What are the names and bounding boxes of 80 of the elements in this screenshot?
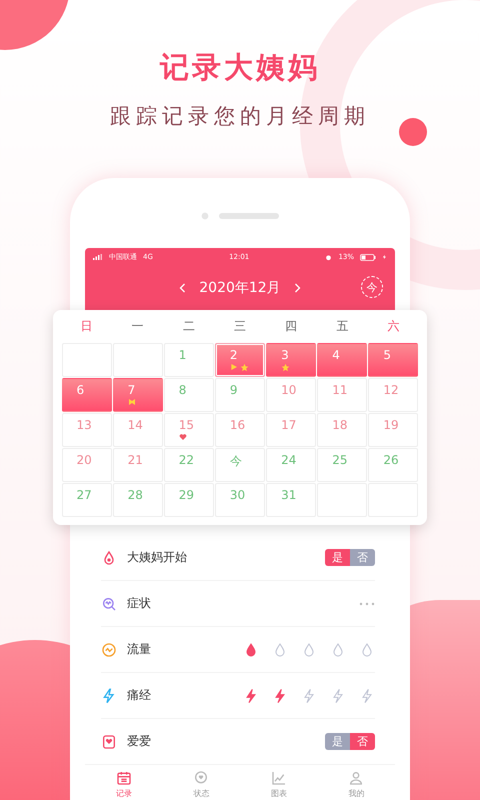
charging-icon: [382, 253, 388, 261]
person-icon: [348, 770, 364, 786]
toggle-option[interactable]: 是: [325, 549, 350, 566]
heart-bubble-icon: [193, 770, 210, 786]
calendar-icon: [116, 770, 132, 786]
signal-icon: [93, 254, 103, 260]
day-cell[interactable]: 5: [368, 342, 418, 376]
day-cell[interactable]: 14: [112, 412, 163, 446]
star-icon: [240, 362, 249, 372]
heart-frame-icon: [101, 734, 117, 750]
day-cell[interactable]: 28: [112, 482, 163, 516]
magnifier-icon: [101, 596, 117, 612]
day-cell[interactable]: 25: [317, 448, 368, 482]
battery-icon: [360, 254, 376, 260]
tab[interactable]: 我的: [348, 765, 364, 800]
tab[interactable]: 记录: [116, 765, 132, 800]
play-icon: [230, 362, 238, 370]
month-title: 2020年12月: [199, 279, 281, 297]
day-cell[interactable]: 2: [214, 342, 266, 376]
bow-icon: [128, 398, 136, 406]
lightning-icon: [101, 688, 117, 704]
day-cell[interactable]: 21: [112, 448, 163, 482]
toggle-option[interactable]: 否: [350, 733, 375, 750]
speaker-icon: [219, 213, 279, 219]
tab[interactable]: 图表: [270, 765, 287, 800]
record-label: 症状: [127, 595, 152, 612]
day-cell[interactable]: 30: [214, 482, 266, 516]
day-cell[interactable]: 17: [266, 412, 316, 446]
today-button[interactable]: 今: [361, 276, 383, 298]
heart-icon: [178, 432, 187, 440]
day-cell[interactable]: 31: [266, 482, 316, 516]
lightning-icon: [359, 686, 375, 704]
subtitle: 跟踪记录您的月经周期: [110, 103, 370, 130]
day-cell[interactable]: 3: [266, 342, 316, 376]
more-icon: [359, 602, 375, 606]
weekday-label: 二: [182, 318, 196, 334]
weekday-label: 四: [284, 318, 298, 334]
day-cell[interactable]: 13: [62, 412, 112, 446]
day-cell[interactable]: 16: [214, 412, 266, 446]
chart-icon: [270, 770, 287, 786]
day-cell[interactable]: 18: [317, 412, 368, 446]
day-cell[interactable]: 9: [214, 378, 266, 412]
day-cell[interactable]: [62, 342, 112, 376]
record-label: 爱爱: [127, 733, 152, 750]
toggle-option[interactable]: 否: [350, 549, 375, 566]
day-cell[interactable]: 今: [214, 448, 266, 482]
day-cell[interactable]: 15: [164, 412, 214, 446]
weekday-label: 三: [232, 318, 247, 334]
weekday-label: 六: [386, 318, 400, 334]
day-cell[interactable]: 7: [112, 378, 163, 412]
day-cell[interactable]: 27: [62, 482, 112, 516]
day-cell[interactable]: 8: [164, 378, 214, 412]
day-cell[interactable]: 4: [317, 342, 368, 376]
weekday-label: 日: [80, 318, 94, 334]
headline: 记录大姨妈: [160, 49, 320, 86]
day-cell[interactable]: [112, 342, 163, 376]
record-label: 痛经: [127, 687, 152, 704]
weekday-label: 五: [335, 318, 350, 334]
tab[interactable]: 状态: [193, 765, 210, 800]
record-label: 大姨妈开始: [127, 549, 188, 566]
wave-circle-icon: [101, 642, 117, 658]
camera-icon: [201, 212, 209, 220]
day-cell[interactable]: 22: [164, 448, 214, 482]
lightning-icon: [301, 686, 317, 704]
day-cell[interactable]: 26: [368, 448, 418, 482]
day-cell[interactable]: 19: [368, 412, 418, 446]
day-cell[interactable]: 12: [368, 378, 418, 412]
day-cell[interactable]: 20: [62, 448, 112, 482]
toggle-option[interactable]: 是: [325, 733, 350, 750]
day-cell[interactable]: 1: [164, 342, 214, 376]
record-label: 流量: [127, 641, 152, 658]
decorative-dot: [399, 118, 427, 146]
day-cell[interactable]: 29: [164, 482, 214, 516]
day-cell[interactable]: 11: [317, 378, 368, 412]
day-cell[interactable]: 10: [266, 378, 316, 412]
day-cell[interactable]: 24: [266, 448, 316, 482]
weekday-label: 一: [130, 318, 145, 334]
lightning-icon: [330, 686, 346, 704]
star-icon: [281, 362, 290, 372]
day-cell[interactable]: 6: [62, 378, 112, 412]
